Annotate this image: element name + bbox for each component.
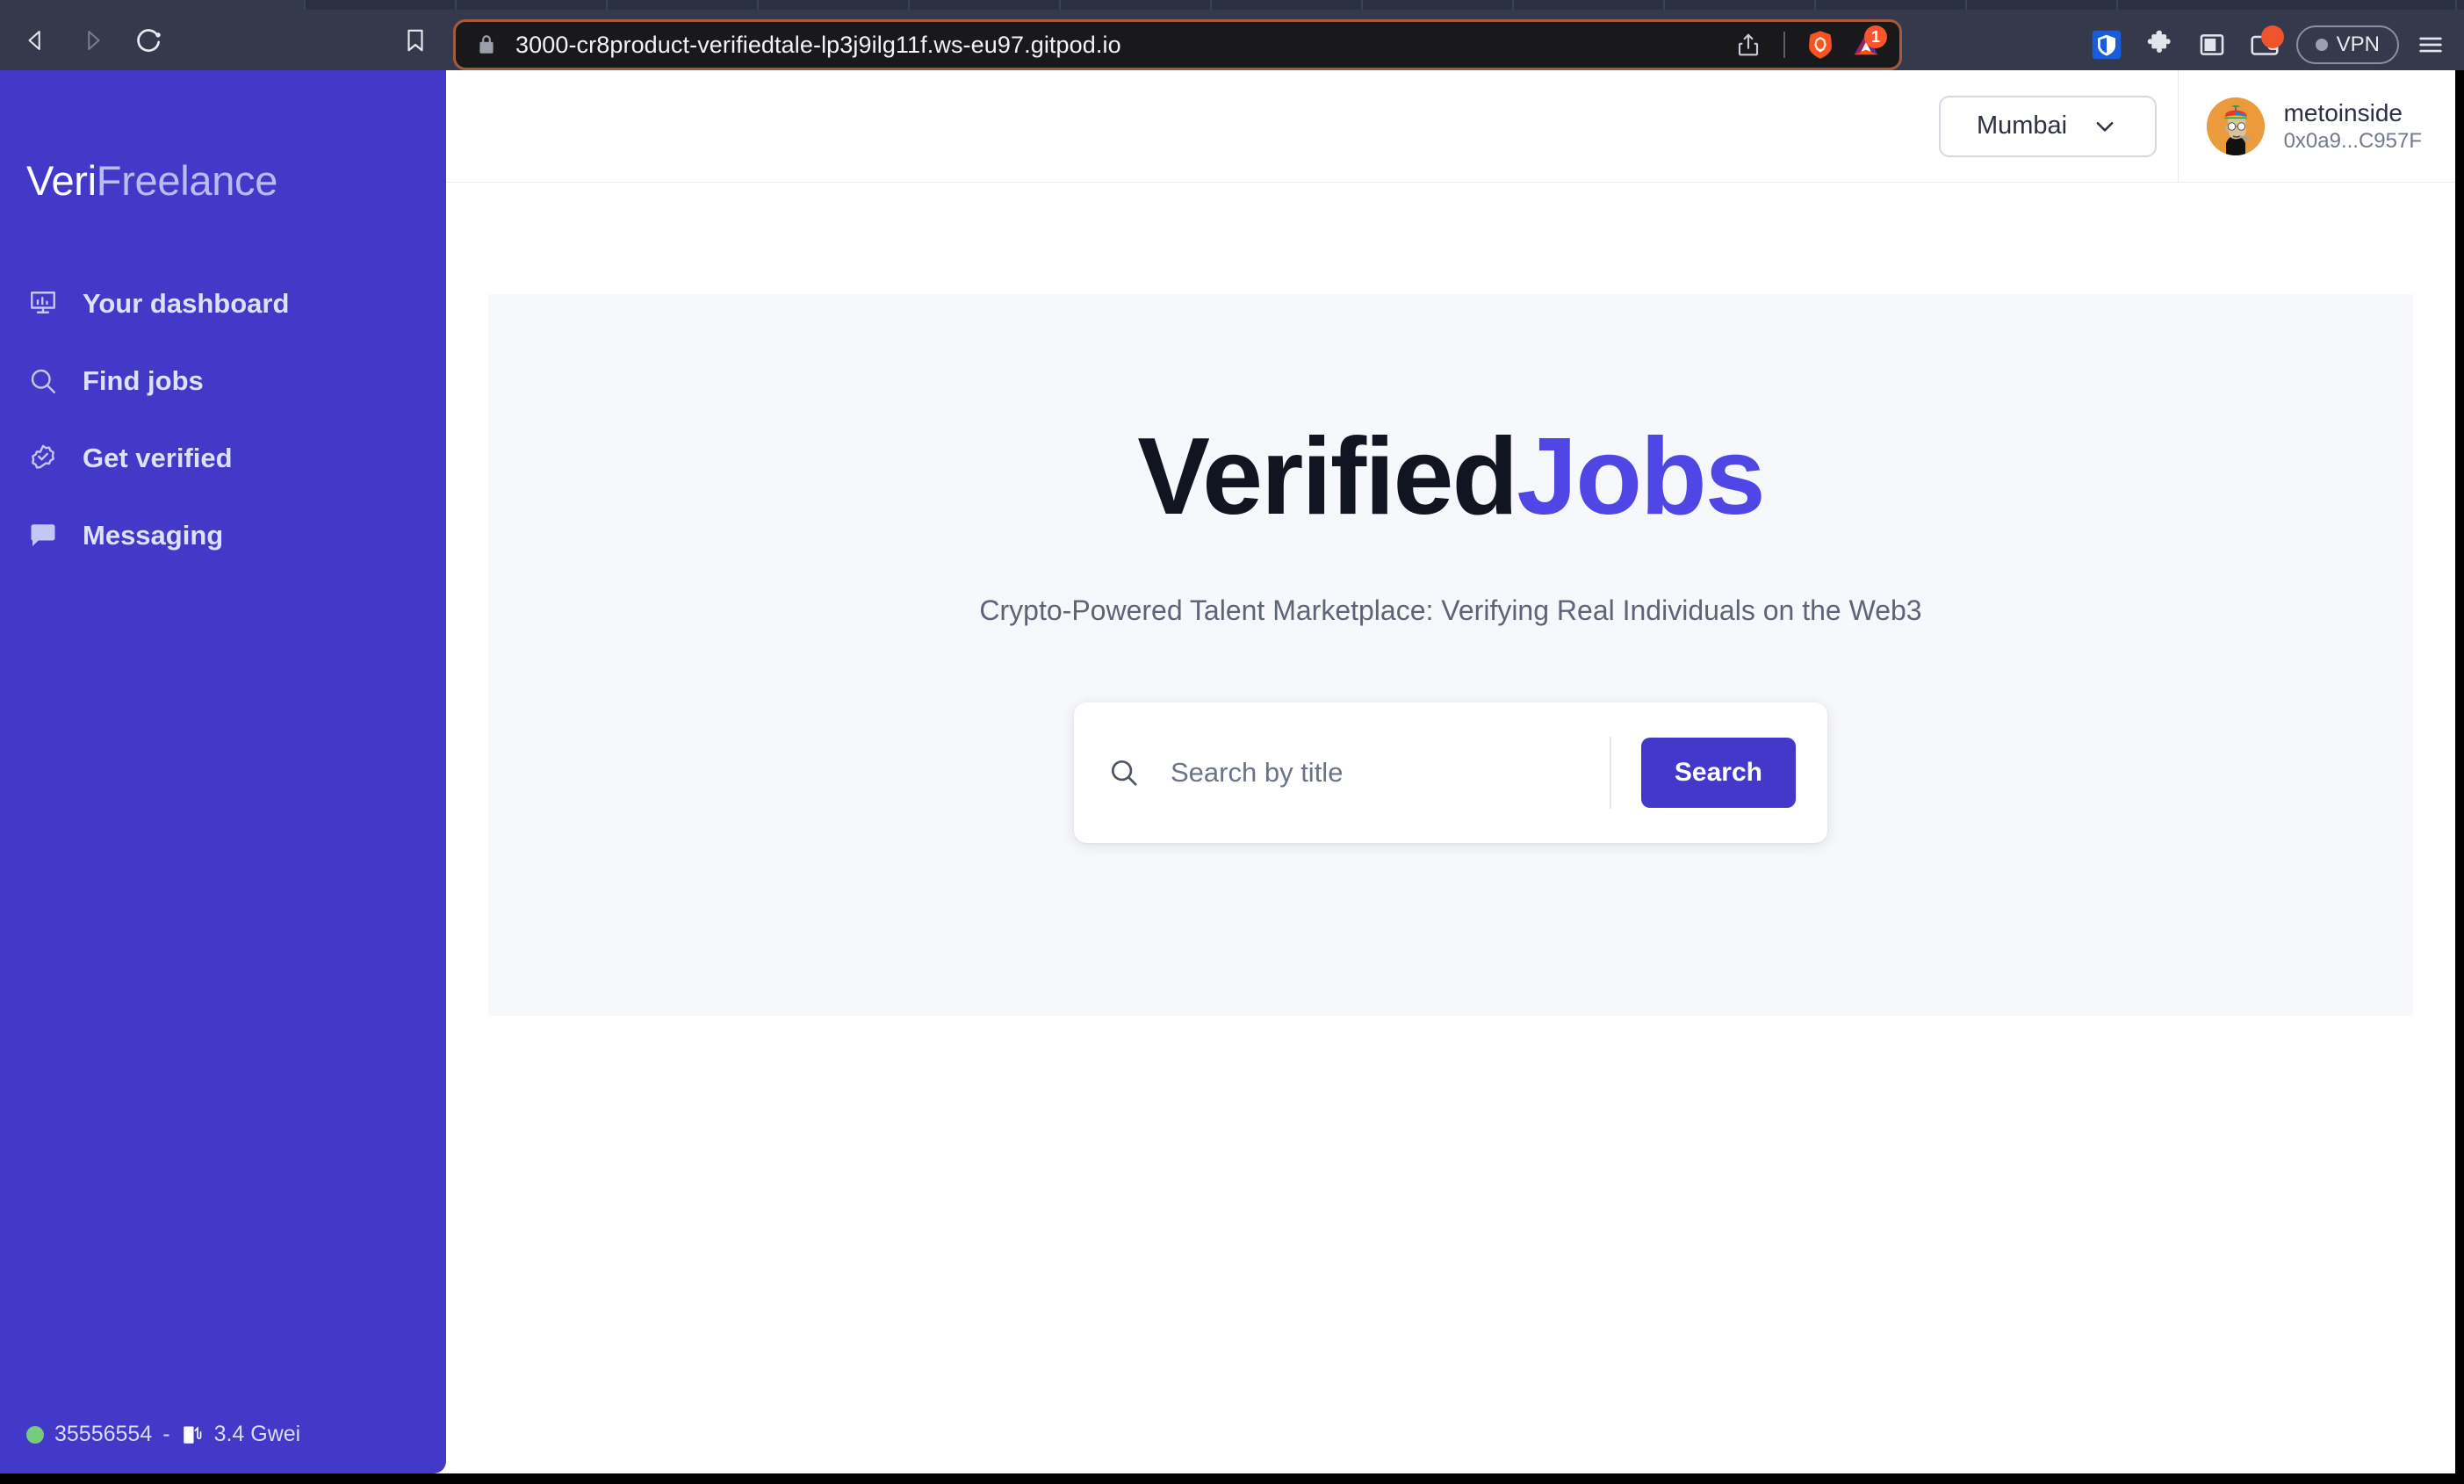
browser-tab[interactable] — [1363, 0, 1514, 10]
browser-chrome: 3000-cr8product-verifiedtale-lp3j9ilg11f… — [0, 0, 2464, 70]
browser-tab[interactable] — [1967, 0, 2118, 10]
omnibox-actions: 1 — [1727, 24, 1887, 66]
sidebar-item-label: Your dashboard — [83, 288, 290, 319]
browser-tab[interactable] — [1514, 0, 1665, 10]
search-card: Search — [1074, 702, 1827, 843]
vpn-button[interactable]: VPN — [2295, 25, 2399, 64]
user-address: 0x0a9...C957F — [2283, 128, 2422, 153]
browser-tab[interactable] — [608, 0, 759, 10]
hero-title-secondary: Jobs — [1517, 416, 1765, 537]
page-viewport: VeriFreelance Your dashboard Find jobs G… — [0, 70, 2455, 1473]
user-meta: metoinside 0x0a9...C957F — [2284, 99, 2422, 154]
sidebar-item-label: Get verified — [83, 443, 233, 473]
omnibox-divider — [1783, 32, 1785, 58]
tab-strip[interactable] — [0, 0, 2464, 10]
sidebar-item-label: Messaging — [83, 520, 224, 551]
browser-tab[interactable] — [306, 0, 457, 10]
dashboard-icon — [26, 287, 60, 321]
gas-price: 3.4 Gwei — [213, 1422, 301, 1446]
brave-rewards-icon[interactable]: 1 — [1845, 24, 1887, 66]
search-divider — [1609, 737, 1611, 809]
url-text[interactable]: 3000-cr8product-verifiedtale-lp3j9ilg11f… — [515, 32, 1727, 59]
sidebar-item-label: Find jobs — [83, 365, 204, 396]
network-label: Mumbai — [1976, 112, 2068, 140]
app-sidebar: VeriFreelance Your dashboard Find jobs G… — [0, 70, 446, 1473]
connection-status-dot — [26, 1425, 44, 1444]
status-separator: - — [162, 1422, 170, 1446]
user-name: metoinside — [2283, 98, 2403, 126]
sidebar-item-messaging[interactable]: Messaging — [0, 497, 446, 574]
sidebar-nav: Your dashboard Find jobs Get verified Me… — [0, 265, 446, 574]
hamburger-menu-icon[interactable] — [2410, 24, 2452, 66]
browser-tab[interactable] — [759, 0, 910, 10]
chain-status: 35556554 - 3.4 Gwei — [26, 1422, 300, 1447]
brand-secondary: Freelance — [96, 157, 278, 204]
browser-tab[interactable] — [457, 0, 608, 10]
verified-badge-icon — [26, 442, 60, 475]
sidebar-item-get-verified[interactable]: Get verified — [0, 420, 446, 497]
chevron-down-icon — [2092, 113, 2118, 140]
browser-tab[interactable] — [1665, 0, 1816, 10]
vpn-status-dot — [2315, 39, 2328, 51]
bitwarden-icon[interactable] — [2086, 24, 2128, 66]
rewards-badge: 1 — [1864, 25, 1887, 48]
avatar — [2206, 97, 2265, 155]
chat-bubble-icon — [26, 519, 60, 552]
forward-button[interactable] — [74, 22, 111, 59]
browser-tab[interactable] — [0, 0, 306, 10]
browser-tab[interactable] — [1212, 0, 1363, 10]
page-title: VerifiedJobs — [1137, 422, 1765, 531]
browser-nav-bar: 3000-cr8product-verifiedtale-lp3j9ilg11f… — [0, 10, 2464, 70]
search-button[interactable]: Search — [1640, 738, 1796, 808]
browser-tab[interactable] — [1816, 0, 1967, 10]
app-header: Mumbai metoinside 0x0a9...C957F — [446, 70, 2455, 183]
hero-subtitle: Crypto-Powered Talent Marketplace: Verif… — [979, 594, 1922, 626]
extensions-icon[interactable] — [2138, 24, 2180, 66]
browser-tab[interactable] — [910, 0, 1061, 10]
lock-icon — [475, 33, 498, 56]
side-panel-icon[interactable] — [2191, 24, 2233, 66]
vpn-label: VPN — [2336, 32, 2380, 56]
browser-tab[interactable] — [1061, 0, 1212, 10]
browser-toolbar-right: VPN — [2086, 19, 2452, 70]
search-icon — [1107, 756, 1141, 789]
wallet-badge — [2260, 25, 2284, 48]
network-dropdown[interactable]: Mumbai — [1938, 95, 2157, 157]
bookmark-icon[interactable] — [397, 22, 434, 59]
address-bar[interactable]: 3000-cr8product-verifiedtale-lp3j9ilg11f… — [453, 19, 1902, 70]
wallet-icon[interactable] — [2244, 24, 2286, 66]
gas-pump-icon — [181, 1423, 204, 1446]
hero-title-primary: Verified — [1137, 416, 1518, 537]
search-input[interactable] — [1171, 757, 1601, 789]
sidebar-item-find-jobs[interactable]: Find jobs — [0, 342, 446, 420]
user-chip[interactable]: metoinside 0x0a9...C957F — [2177, 70, 2455, 183]
reload-button[interactable] — [130, 22, 167, 59]
back-button[interactable] — [18, 22, 54, 59]
hero-panel: VerifiedJobs Crypto-Powered Talent Marke… — [488, 294, 2413, 1016]
block-number: 35556554 — [54, 1422, 153, 1446]
brand-primary: Veri — [26, 157, 97, 204]
browser-tab[interactable] — [2118, 0, 2457, 10]
brave-shields-icon[interactable] — [1799, 24, 1841, 66]
share-icon[interactable] — [1727, 24, 1769, 66]
sidebar-item-your-dashboard[interactable]: Your dashboard — [0, 265, 446, 342]
brand-logo[interactable]: VeriFreelance — [26, 156, 277, 205]
search-icon — [26, 364, 60, 398]
